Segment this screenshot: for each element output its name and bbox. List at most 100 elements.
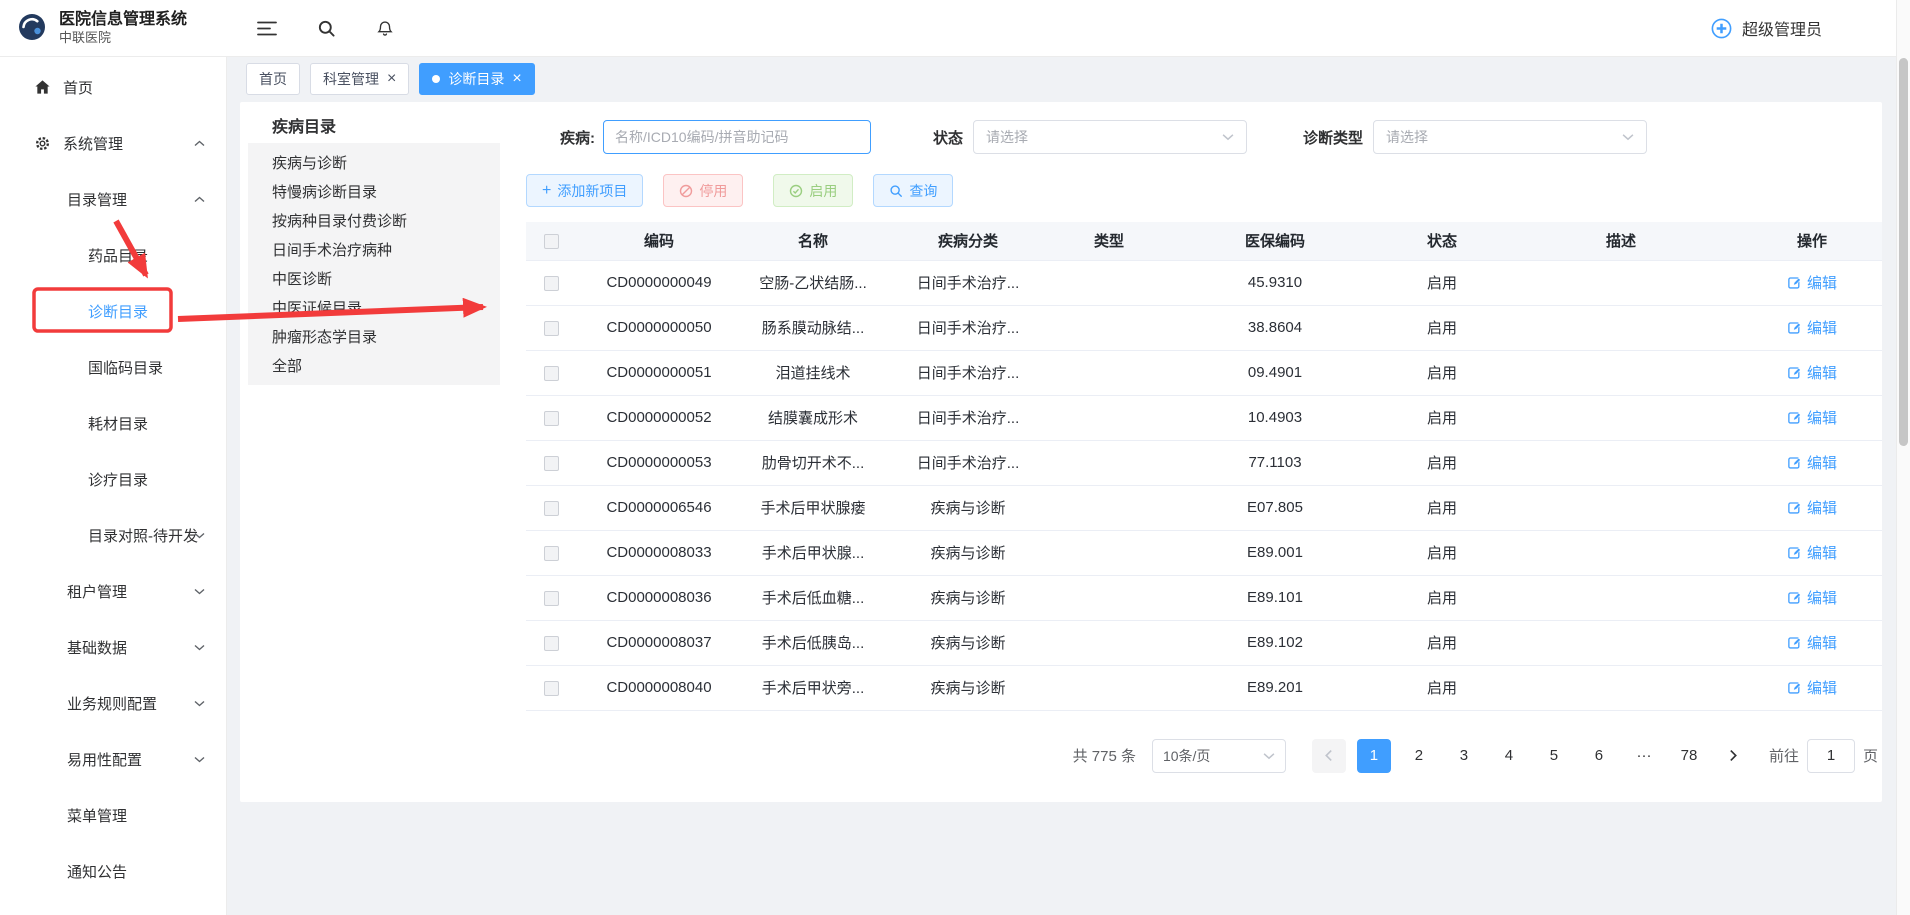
cell-action: 编辑 xyxy=(1742,530,1882,575)
table-row: CD0000000051 泪道挂线术 日间手术治疗... 09.4901 启用 xyxy=(526,350,1882,395)
cell-desc xyxy=(1500,305,1742,350)
sidebar-item-catalog-mapping[interactable]: 目录对照-待开发 xyxy=(0,507,226,563)
cell-checkbox xyxy=(526,665,576,710)
goto-page-input[interactable] xyxy=(1807,739,1855,773)
col-type: 类型 xyxy=(1052,222,1166,260)
sidebar-item-usability-config[interactable]: 易用性配置 xyxy=(0,731,226,787)
edit-button[interactable]: 编辑 xyxy=(1787,272,1837,293)
search-icon[interactable] xyxy=(317,19,336,38)
cell-category: 日间手术治疗... xyxy=(884,395,1052,440)
add-item-button[interactable]: + 添加新项目 xyxy=(526,174,643,207)
cell-checkbox xyxy=(526,350,576,395)
scrollbar-thumb[interactable] xyxy=(1899,58,1908,446)
sidebar-item-catalog-mgmt[interactable]: 目录管理 xyxy=(0,171,226,227)
row-checkbox[interactable] xyxy=(544,501,559,516)
prev-page-button[interactable] xyxy=(1312,739,1346,773)
sidebar-item-consumables-catalog[interactable]: 耗材目录 xyxy=(0,395,226,451)
sidebar-item-basic-data[interactable]: 基础数据 xyxy=(0,619,226,675)
status-select[interactable]: 请选择 xyxy=(973,120,1247,154)
close-icon[interactable]: × xyxy=(512,71,521,87)
page-button[interactable]: 3 xyxy=(1447,739,1481,773)
table-row: CD0000008040 手术后甲状旁... 疾病与诊断 E89.201 启用 xyxy=(526,665,1882,710)
page-button[interactable]: ··· xyxy=(1627,739,1661,773)
catalog-item[interactable]: 疾病与诊断 xyxy=(248,148,500,177)
sidebar-item-drug-catalog[interactable]: 药品目录 xyxy=(0,227,226,283)
page-button[interactable]: 5 xyxy=(1537,739,1571,773)
sidebar-item-business-rules[interactable]: 业务规则配置 xyxy=(0,675,226,731)
page-scrollbar xyxy=(1896,0,1910,915)
tab-dept-mgmt[interactable]: 科室管理 × xyxy=(310,63,409,95)
tab-diagnosis-catalog[interactable]: 诊断目录 × xyxy=(419,63,534,95)
cell-insurance-code: 38.8604 xyxy=(1166,305,1384,350)
catalog-item[interactable]: 中医诊断 xyxy=(248,264,500,293)
row-checkbox[interactable] xyxy=(544,366,559,381)
main-content: 首页 科室管理 × 诊断目录 × 疾病目录 xyxy=(227,57,1910,915)
catalog-item[interactable]: 特慢病诊断目录 xyxy=(248,177,500,206)
sidebar-item-label: 基础数据 xyxy=(67,637,127,658)
cell-action: 编辑 xyxy=(1742,485,1882,530)
cell-checkbox xyxy=(526,260,576,305)
edit-button[interactable]: 编辑 xyxy=(1787,587,1837,608)
sidebar-item-tenant-mgmt[interactable]: 租户管理 xyxy=(0,563,226,619)
page-button[interactable]: 4 xyxy=(1492,739,1526,773)
edit-button[interactable]: 编辑 xyxy=(1787,497,1837,518)
cell-desc xyxy=(1500,260,1742,305)
disable-button[interactable]: 停用 xyxy=(663,174,743,207)
cell-checkbox xyxy=(526,575,576,620)
row-checkbox[interactable] xyxy=(544,546,559,561)
sidebar-item-menu-mgmt[interactable]: 菜单管理 xyxy=(0,787,226,843)
sidebar-item-system-mgmt[interactable]: 系统管理 xyxy=(0,115,226,171)
notification-bell-icon[interactable] xyxy=(376,19,394,38)
edit-button[interactable]: 编辑 xyxy=(1787,632,1837,653)
sidebar-item-label: 诊断目录 xyxy=(88,301,148,322)
page-button[interactable]: 78 xyxy=(1672,739,1706,773)
sidebar-item-diagnosis-catalog[interactable]: 诊断目录 xyxy=(0,283,226,339)
catalog-item[interactable]: 日间手术治疗病种 xyxy=(248,235,500,264)
catalog-item[interactable]: 全部 xyxy=(248,351,500,380)
user-menu[interactable]: 超级管理员 xyxy=(1710,16,1822,40)
search-icon xyxy=(889,184,903,198)
row-checkbox[interactable] xyxy=(544,456,559,471)
disease-search-input[interactable] xyxy=(603,120,871,154)
page-button[interactable]: 2 xyxy=(1402,739,1436,773)
collapse-menu-icon[interactable] xyxy=(257,20,277,37)
edit-button[interactable]: 编辑 xyxy=(1787,452,1837,473)
edit-button[interactable]: 编辑 xyxy=(1787,317,1837,338)
page-size-select[interactable]: 10条/页 xyxy=(1152,739,1286,773)
cell-status: 启用 xyxy=(1384,530,1500,575)
edit-button[interactable]: 编辑 xyxy=(1787,362,1837,383)
page-button[interactable]: 6 xyxy=(1582,739,1616,773)
edit-label: 编辑 xyxy=(1807,632,1837,653)
sidebar-item-notice[interactable]: 通知公告 xyxy=(0,843,226,899)
row-checkbox[interactable] xyxy=(544,276,559,291)
tab-home[interactable]: 首页 xyxy=(246,63,300,95)
diagnosis-type-select[interactable]: 请选择 xyxy=(1373,120,1647,154)
select-all-checkbox[interactable] xyxy=(544,234,559,249)
row-checkbox[interactable] xyxy=(544,411,559,426)
edit-pencil-icon xyxy=(1787,320,1802,335)
cell-desc xyxy=(1500,350,1742,395)
close-icon[interactable]: × xyxy=(387,71,396,87)
page-button[interactable]: 1 xyxy=(1357,739,1391,773)
next-page-button[interactable] xyxy=(1717,739,1751,773)
sidebar-item-home[interactable]: 首页 xyxy=(0,59,226,115)
edit-button[interactable]: 编辑 xyxy=(1787,407,1837,428)
row-checkbox[interactable] xyxy=(544,681,559,696)
row-checkbox[interactable] xyxy=(544,591,559,606)
catalog-item[interactable]: 中医证候目录 xyxy=(248,293,500,322)
sidebar-item-national-code-catalog[interactable]: 国临码目录 xyxy=(0,339,226,395)
cell-category: 疾病与诊断 xyxy=(884,485,1052,530)
catalog-item[interactable]: 肿瘤形态学目录 xyxy=(248,322,500,351)
query-button[interactable]: 查询 xyxy=(873,174,953,207)
row-checkbox[interactable] xyxy=(544,321,559,336)
cell-code: CD0000000052 xyxy=(576,395,742,440)
enable-button[interactable]: 启用 xyxy=(773,174,853,207)
table-row: CD0000008033 手术后甲状腺... 疾病与诊断 E89.001 启用 xyxy=(526,530,1882,575)
row-checkbox[interactable] xyxy=(544,636,559,651)
disease-catalog-panel: 疾病目录 疾病与诊断 特慢病诊断目录 按病种目录付费诊断 日间手术治疗病种 xyxy=(240,102,526,802)
sidebar-item-treatment-catalog[interactable]: 诊疗目录 xyxy=(0,451,226,507)
catalog-item[interactable]: 按病种目录付费诊断 xyxy=(248,206,500,235)
cell-category: 疾病与诊断 xyxy=(884,620,1052,665)
edit-button[interactable]: 编辑 xyxy=(1787,542,1837,563)
edit-button[interactable]: 编辑 xyxy=(1787,677,1837,698)
